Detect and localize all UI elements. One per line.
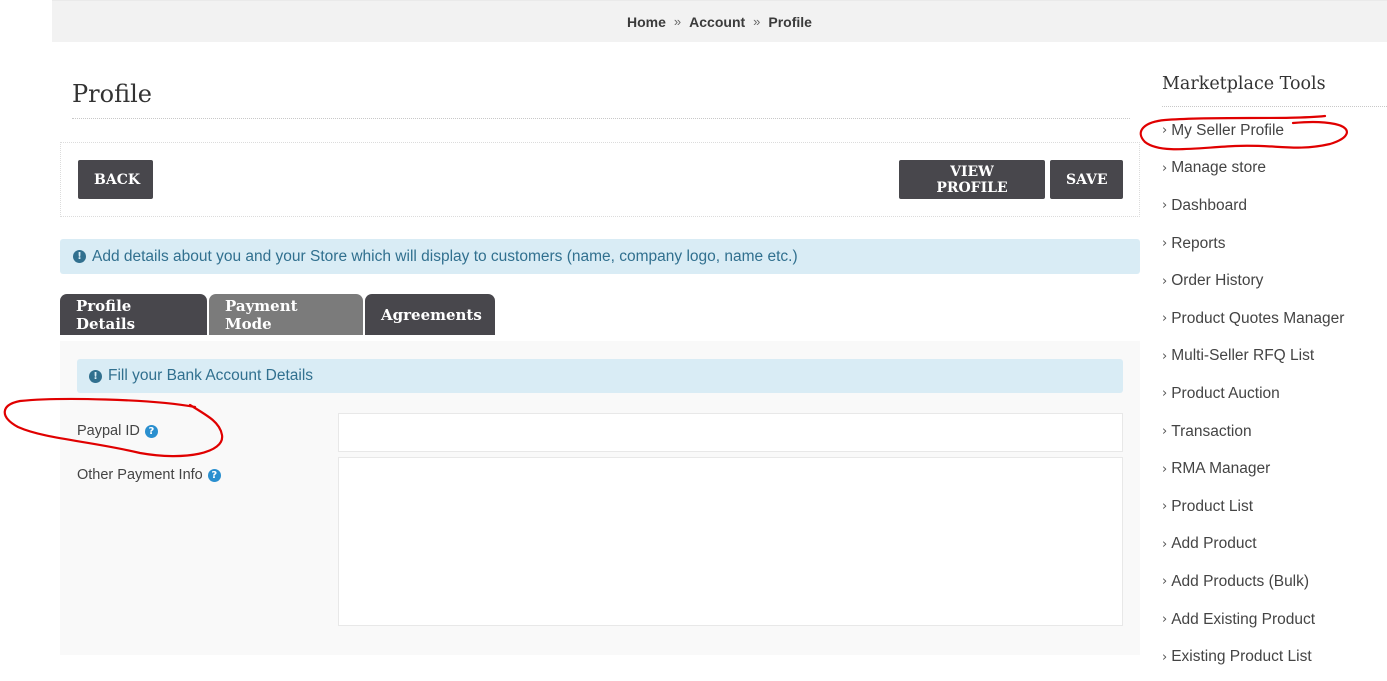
sidebar-item-product-list[interactable]: › Product List [1162,488,1387,526]
breadcrumb-current: Profile [768,13,812,30]
chevron-right-icon: › [1162,311,1168,327]
sidebar-item-label: Transaction [1171,422,1252,440]
chevron-right-icon: › [1162,123,1168,139]
sidebar-item-label: Product Auction [1171,384,1280,402]
chevron-right-icon: › [1162,198,1168,214]
sidebar-item-add-products-bulk[interactable]: › Add Products (Bulk) [1162,563,1387,601]
sidebar-item-product-quotes-manager[interactable]: › Product Quotes Manager [1162,300,1387,338]
other-payment-info-textarea[interactable] [338,457,1123,626]
chevron-right-icon: › [1162,649,1168,665]
breadcrumb-separator: » [753,14,761,29]
back-button[interactable]: BACK [78,160,153,199]
chevron-right-icon: › [1162,273,1168,289]
breadcrumb-separator: » [673,14,682,29]
sidebar-item-existing-product-list[interactable]: › Existing Product List [1162,638,1387,676]
tab-profile-details[interactable]: Profile Details [60,294,207,335]
chevron-right-icon: › [1162,386,1168,402]
chevron-right-icon: › [1162,424,1168,440]
sidebar-menu: › My Seller Profile › Manage store › Dashbo… [1162,112,1387,676]
chevron-right-icon: › [1162,536,1168,552]
bank-details-alert-text: Fill your Bank Account Details [108,367,314,384]
sidebar-item-label: Manage store [1171,159,1266,177]
sidebar-title: Marketplace Tools [1162,70,1387,107]
bank-details-alert: ! Fill your Bank Account Details [77,359,1123,393]
action-toolbar: BACK VIEW PROFILE SAVE [60,142,1140,217]
sidebar-item-label: Product List [1171,497,1254,515]
sidebar-item-product-auction[interactable]: › Product Auction [1162,375,1387,413]
sidebar-item-label: Reports [1171,234,1226,252]
chevron-right-icon: › [1162,348,1168,364]
title-divider [72,118,1130,119]
paypal-id-label-text: Paypal ID [77,423,140,439]
payment-mode-panel: ! Fill your Bank Account Details Paypal … [60,341,1140,655]
chevron-right-icon: › [1162,236,1168,252]
chevron-right-icon: › [1162,499,1168,515]
save-button[interactable]: SAVE [1050,160,1123,199]
sidebar-item-label: Add Existing Product [1171,610,1316,628]
profile-tabs: Profile Details Payment Mode Agreements [60,294,495,335]
tab-agreements[interactable]: Agreements [365,294,495,335]
other-payment-info-label: Other Payment Info ? [77,467,221,483]
sidebar-item-add-existing-product[interactable]: › Add Existing Product [1162,601,1387,639]
sidebar-item-label: Multi-Seller RFQ List [1171,347,1315,365]
page-title: Profile [72,80,152,108]
sidebar-item-add-product[interactable]: › Add Product [1162,526,1387,564]
sidebar-item-label: Existing Product List [1171,648,1312,666]
sidebar-item-multi-seller-rfq-list[interactable]: › Multi-Seller RFQ List [1162,338,1387,376]
sidebar-item-label: Add Products (Bulk) [1171,572,1310,590]
chevron-right-icon: › [1162,461,1168,477]
chevron-right-icon: › [1162,160,1168,176]
sidebar-item-label: Dashboard [1171,196,1248,214]
info-alert: ! Add details about you and your Store w… [60,239,1140,274]
sidebar-item-order-history[interactable]: › Order History [1162,262,1387,300]
breadcrumb-account[interactable]: Account [689,14,745,30]
sidebar-item-dashboard[interactable]: › Dashboard [1162,187,1387,225]
exclamation-circle-icon: ! [73,250,86,263]
sidebar-item-label: RMA Manager [1171,460,1271,478]
chevron-right-icon: › [1162,612,1168,628]
sidebar-item-label: My Seller Profile [1171,121,1285,139]
question-circle-icon[interactable]: ? [207,468,221,482]
chevron-right-icon: › [1162,574,1168,590]
tab-payment-mode[interactable]: Payment Mode [209,294,363,335]
view-profile-button[interactable]: VIEW PROFILE [899,160,1045,199]
sidebar-item-manage-store[interactable]: › Manage store [1162,150,1387,188]
sidebar-item-label: Product Quotes Manager [1171,309,1345,327]
sidebar-item-transaction[interactable]: › Transaction [1162,413,1387,451]
sidebar-item-rma-manager[interactable]: › RMA Manager [1162,450,1387,488]
sidebar-item-reports[interactable]: › Reports [1162,225,1387,263]
breadcrumb-home[interactable]: Home [627,14,666,30]
other-payment-info-label-text: Other Payment Info [77,467,203,483]
exclamation-circle-icon: ! [89,369,102,383]
sidebar-item-my-seller-profile[interactable]: › My Seller Profile [1162,112,1387,150]
sidebar-item-label: Order History [1171,272,1264,290]
marketplace-tools-sidebar: Marketplace Tools › My Seller Profile › Ma… [1162,70,1387,676]
question-circle-icon[interactable]: ? [144,424,158,438]
paypal-id-label: Paypal ID ? [77,423,158,439]
sidebar-item-label: Add Product [1171,535,1257,553]
info-alert-text: Add details about you and your Store whi… [92,247,798,265]
breadcrumb: Home » Account » Profile [52,0,1387,42]
paypal-id-input[interactable] [338,413,1123,452]
